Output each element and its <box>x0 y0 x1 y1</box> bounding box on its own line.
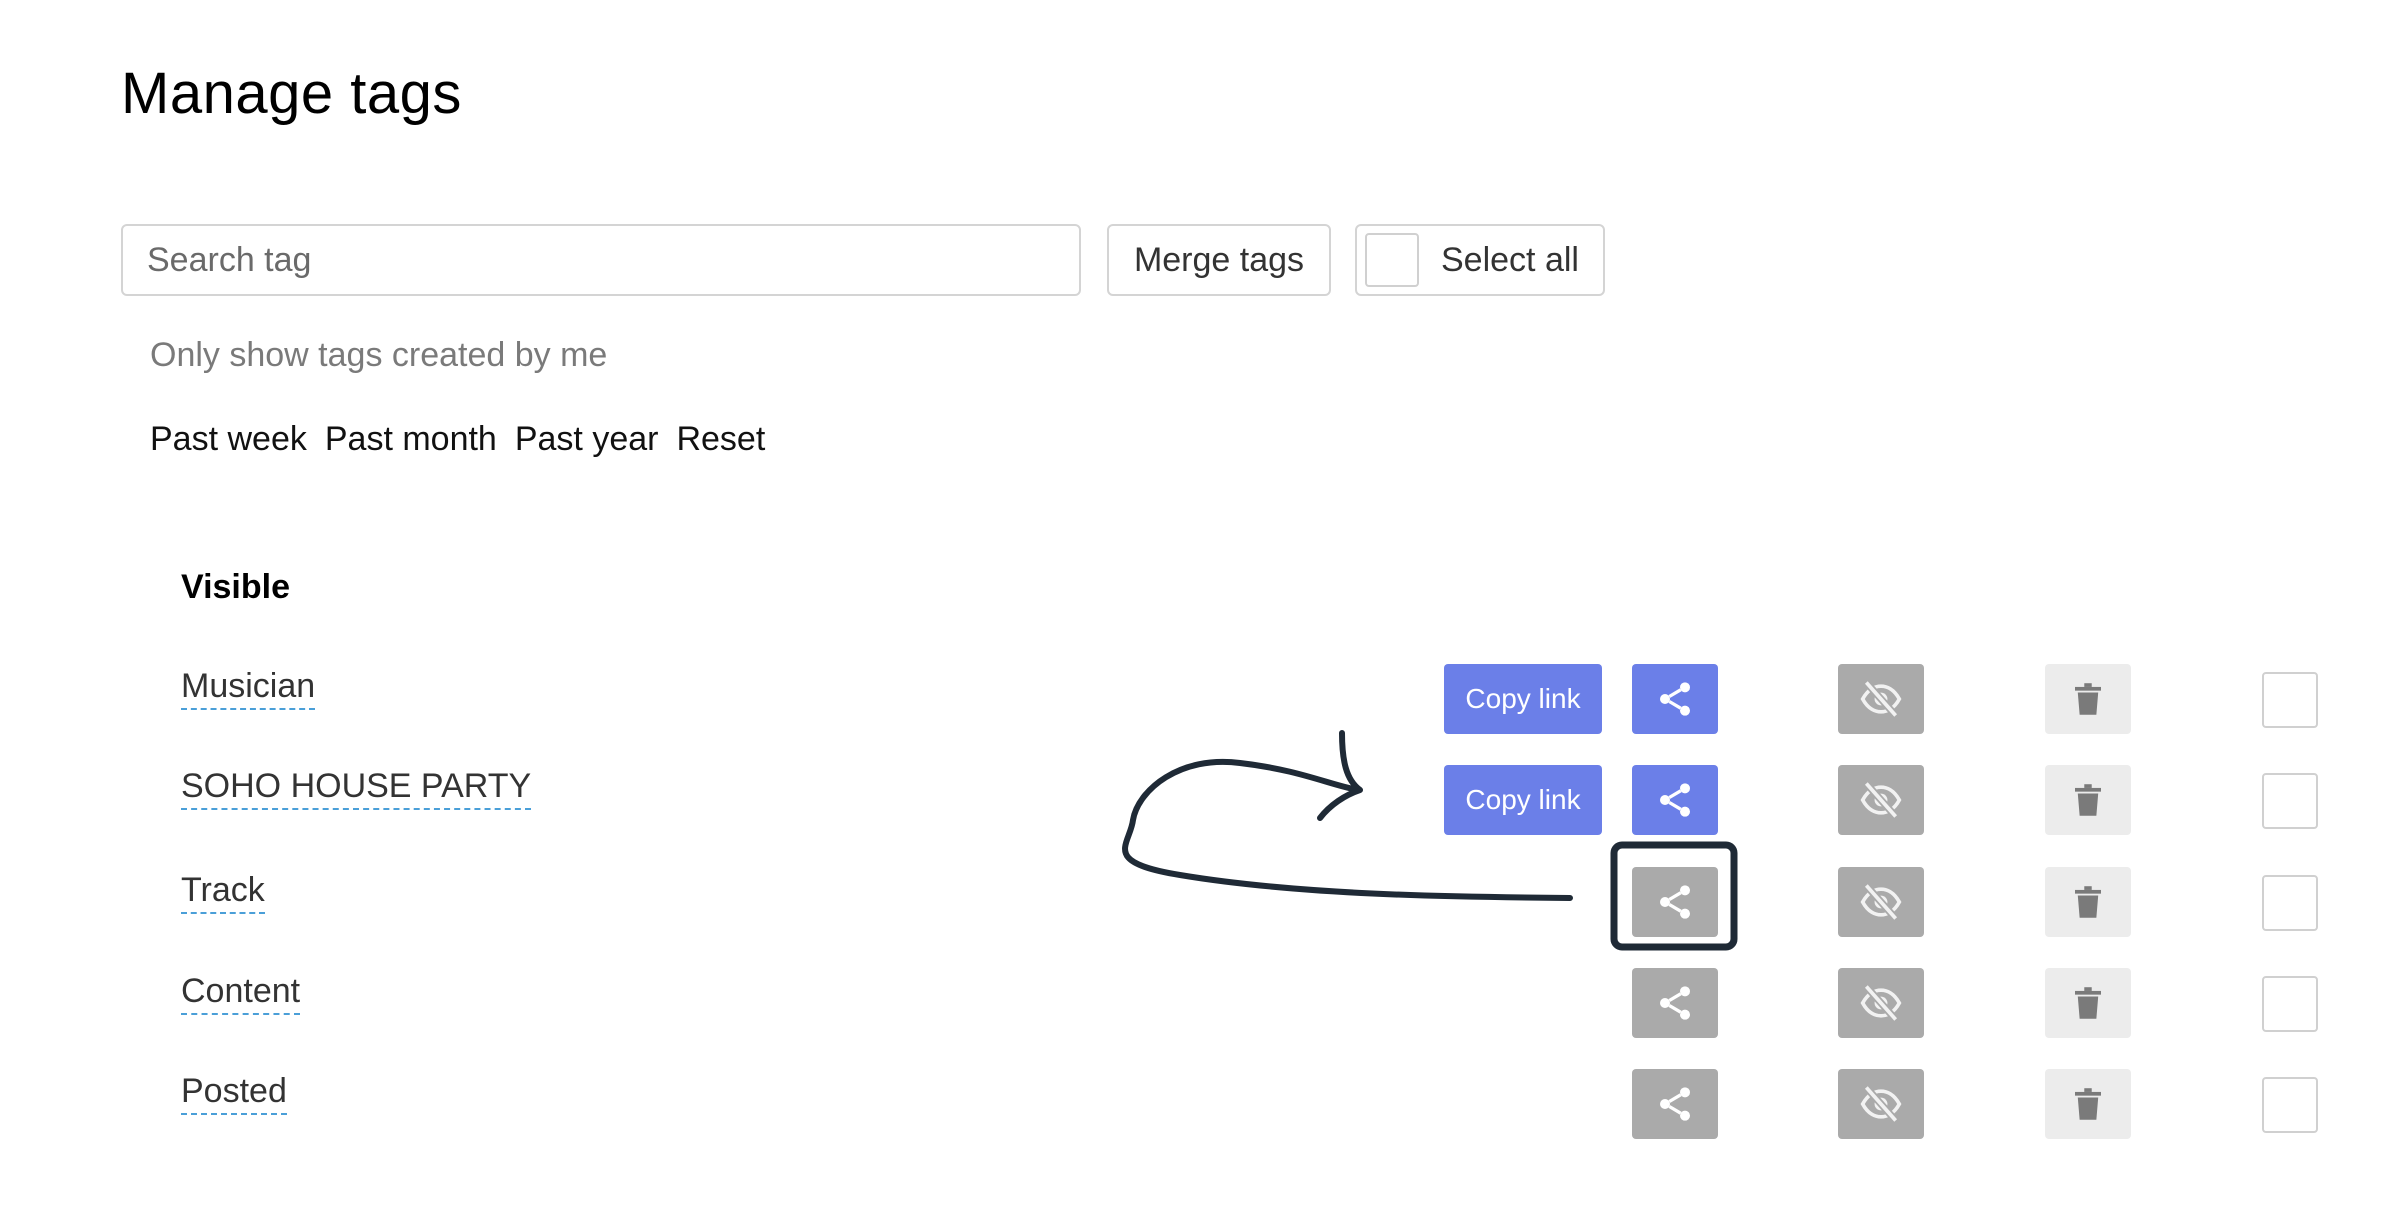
delete-tag-button[interactable] <box>2045 968 2131 1038</box>
date-range-filters: Past week Past month Past year Reset <box>150 420 783 459</box>
hide-tag-button[interactable] <box>1838 867 1924 937</box>
select-all-label: Select all <box>1441 240 1579 279</box>
share-button[interactable] <box>1632 968 1718 1038</box>
tag-name[interactable]: SOHO HOUSE PARTY <box>181 766 532 810</box>
delete-tag-button[interactable] <box>2045 765 2131 835</box>
hide-tag-button[interactable] <box>1838 968 1924 1038</box>
hide-tag-button[interactable] <box>1838 765 1924 835</box>
filter-reset[interactable]: Reset <box>676 420 765 458</box>
trash-icon <box>2075 683 2101 715</box>
share-icon <box>1655 882 1695 922</box>
row-checkbox[interactable] <box>2262 976 2318 1032</box>
trash-icon <box>2075 1088 2101 1120</box>
filter-past-week[interactable]: Past week <box>150 420 307 458</box>
row-checkbox[interactable] <box>2262 875 2318 931</box>
eye-slash-icon <box>1859 981 1903 1025</box>
trash-icon <box>2075 987 2101 1019</box>
tag-name[interactable]: Track <box>181 870 265 914</box>
share-icon <box>1655 679 1695 719</box>
page-title: Manage tags <box>121 61 462 126</box>
tag-name[interactable]: Content <box>181 971 301 1015</box>
trash-icon <box>2075 784 2101 816</box>
row-checkbox[interactable] <box>2262 773 2318 829</box>
tag-row: SOHO HOUSE PARTY Copy link <box>0 765 2390 837</box>
trash-icon <box>2075 886 2101 918</box>
search-input[interactable] <box>121 224 1081 296</box>
eye-slash-icon <box>1859 677 1903 721</box>
filter-past-month[interactable]: Past month <box>325 420 497 458</box>
select-all-button[interactable]: Select all <box>1355 224 1605 296</box>
delete-tag-button[interactable] <box>2045 867 2131 937</box>
eye-slash-icon <box>1859 778 1903 822</box>
delete-tag-button[interactable] <box>2045 1069 2131 1139</box>
share-icon <box>1655 780 1695 820</box>
copy-link-button[interactable]: Copy link <box>1444 664 1602 734</box>
share-button[interactable] <box>1632 867 1718 937</box>
tag-row: Track <box>0 867 2390 939</box>
only-mine-filter[interactable]: Only show tags created by me <box>150 336 607 375</box>
copy-link-button[interactable]: Copy link <box>1444 765 1602 835</box>
share-button[interactable] <box>1632 765 1718 835</box>
row-checkbox[interactable] <box>2262 1077 2318 1133</box>
share-button[interactable] <box>1632 664 1718 734</box>
eye-slash-icon <box>1859 880 1903 924</box>
section-title-visible: Visible <box>181 568 290 606</box>
share-button[interactable] <box>1632 1069 1718 1139</box>
merge-tags-button[interactable]: Merge tags <box>1107 224 1331 296</box>
select-all-checkbox[interactable] <box>1365 233 1419 287</box>
hide-tag-button[interactable] <box>1838 664 1924 734</box>
filter-past-year[interactable]: Past year <box>515 420 659 458</box>
hide-tag-button[interactable] <box>1838 1069 1924 1139</box>
tag-row: Posted <box>0 1069 2390 1141</box>
tag-row: Musician Copy link <box>0 664 2390 736</box>
delete-tag-button[interactable] <box>2045 664 2131 734</box>
eye-slash-icon <box>1859 1082 1903 1126</box>
row-checkbox[interactable] <box>2262 672 2318 728</box>
tag-row: Content <box>0 968 2390 1040</box>
share-icon <box>1655 1084 1695 1124</box>
share-icon <box>1655 983 1695 1023</box>
tag-name[interactable]: Musician <box>181 666 316 710</box>
tag-name[interactable]: Posted <box>181 1071 287 1115</box>
